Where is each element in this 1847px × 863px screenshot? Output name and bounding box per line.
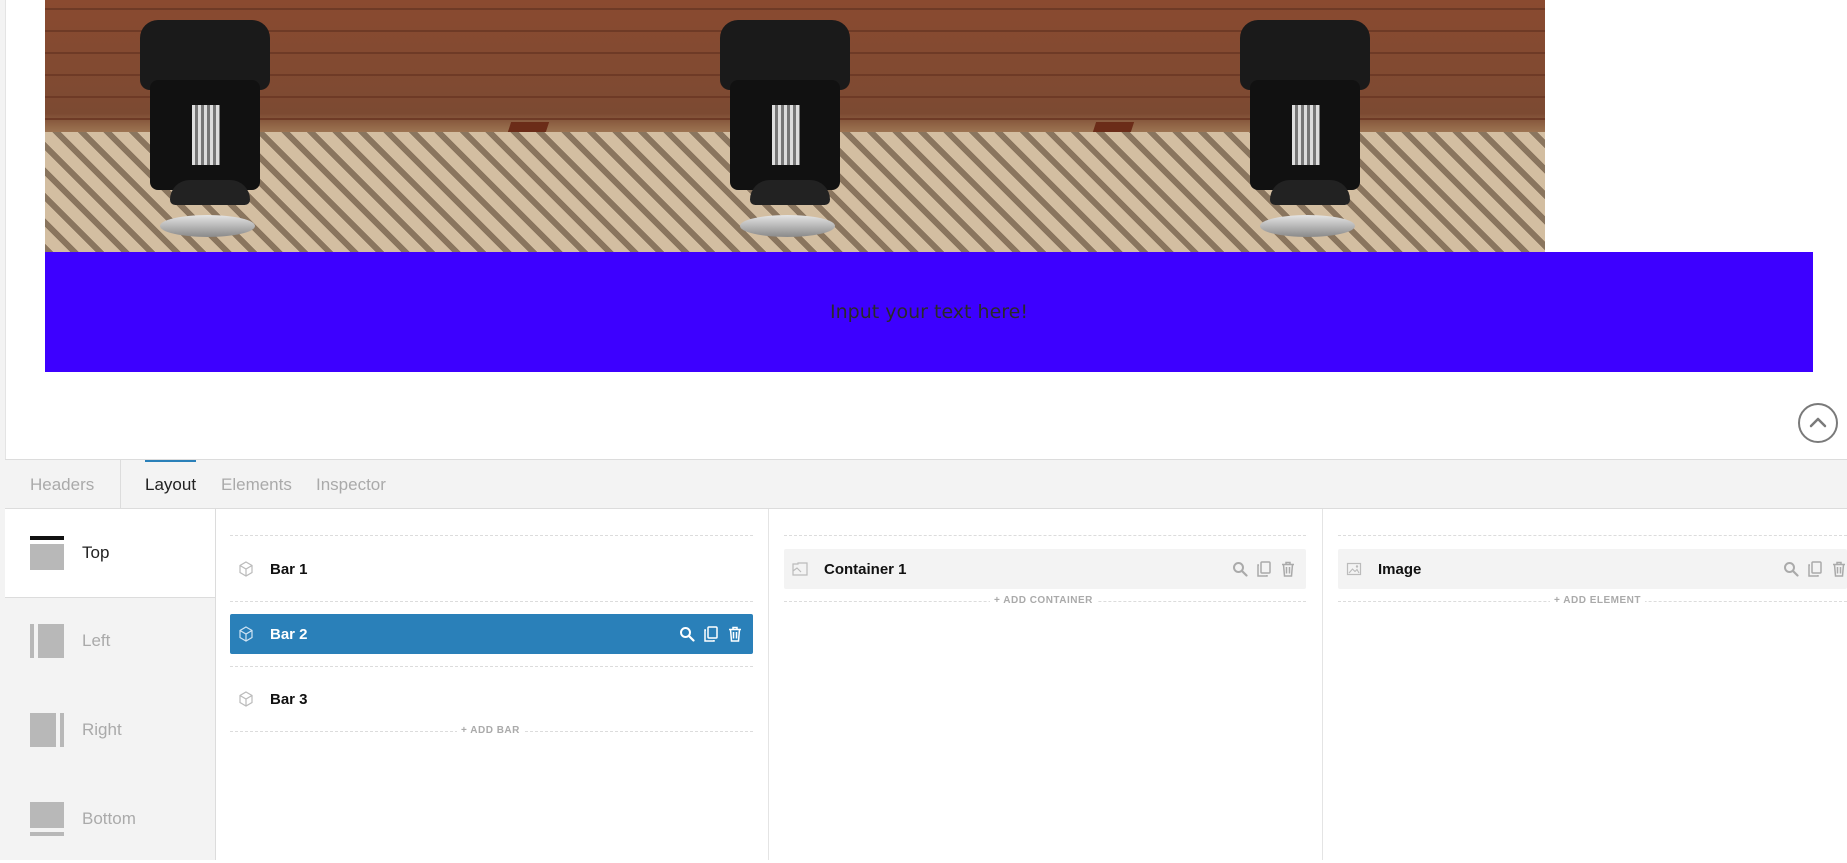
duplicate-icon[interactable] [1256, 561, 1272, 577]
image-icon [1346, 561, 1362, 577]
bar-label: Bar 3 [270, 690, 308, 708]
trash-icon[interactable] [727, 626, 743, 642]
bar-row[interactable]: Bar 1 [230, 549, 753, 589]
element-actions [1783, 561, 1847, 577]
position-label: Bottom [82, 809, 136, 828]
tab-elements[interactable]: Elements [221, 460, 292, 508]
barber-chair [120, 20, 290, 250]
divider [230, 666, 753, 667]
scroll-to-top-button[interactable] [1798, 403, 1838, 443]
bar-label: Bar 1 [270, 560, 308, 578]
cube-icon [238, 691, 254, 707]
position-label: Right [82, 720, 122, 739]
element-label: Image [1378, 560, 1422, 578]
cube-icon [238, 626, 254, 642]
position-panel: Top Left Right Bottom [5, 509, 216, 860]
element-row[interactable]: Image [1338, 549, 1847, 589]
bar-label: Bar 2 [270, 625, 308, 643]
position-label: Top [82, 543, 110, 562]
layout-top-icon [30, 536, 64, 570]
add-container-link[interactable]: + ADD CONTAINER [990, 595, 1097, 606]
container-row[interactable]: Container 1 [784, 549, 1306, 589]
container-icon [792, 561, 808, 577]
position-top[interactable]: Top [5, 509, 215, 598]
divider [230, 535, 753, 536]
banner-text[interactable]: Input your text here! [830, 301, 1028, 323]
column-separator [768, 509, 769, 860]
cube-icon [238, 561, 254, 577]
tab-headers[interactable]: Headers [30, 460, 94, 508]
barber-chair [700, 20, 870, 250]
container-label: Container 1 [824, 560, 907, 578]
layout-bottom-icon [30, 802, 64, 836]
add-bar-link[interactable]: + ADD BAR [457, 725, 524, 736]
layout-left-icon [30, 624, 64, 658]
duplicate-icon[interactable] [1807, 561, 1823, 577]
hero-image-barbershop [45, 0, 1545, 252]
tab-inspector[interactable]: Inspector [316, 460, 386, 508]
position-right[interactable]: Right [5, 686, 215, 774]
bar-row-selected[interactable]: Bar 2 [230, 614, 753, 654]
position-label: Left [82, 631, 111, 650]
text-banner[interactable]: Input your text here! [45, 252, 1813, 372]
column-separator [1322, 509, 1323, 860]
bar-actions [679, 626, 743, 642]
search-icon[interactable] [1783, 561, 1799, 577]
add-element-link[interactable]: + ADD ELEMENT [1550, 595, 1645, 606]
builder-tabbar: Headers Layout Elements Inspector [5, 459, 1847, 509]
bar-row[interactable]: Bar 3 [230, 679, 753, 719]
duplicate-icon[interactable] [703, 626, 719, 642]
trash-icon[interactable] [1831, 561, 1847, 577]
search-icon[interactable] [1232, 561, 1248, 577]
divider [230, 601, 753, 602]
barber-chair [1220, 20, 1390, 250]
divider [1338, 535, 1847, 536]
divider [784, 535, 1306, 536]
position-left[interactable]: Left [5, 597, 215, 685]
trash-icon[interactable] [1280, 561, 1296, 577]
tab-layout[interactable]: Layout [145, 460, 197, 510]
container-actions [1232, 561, 1296, 577]
position-bottom[interactable]: Bottom [5, 775, 215, 863]
search-icon[interactable] [679, 626, 695, 642]
chevron-up-icon [1809, 417, 1827, 428]
layout-right-icon [30, 713, 64, 747]
tab-divider [120, 460, 121, 508]
